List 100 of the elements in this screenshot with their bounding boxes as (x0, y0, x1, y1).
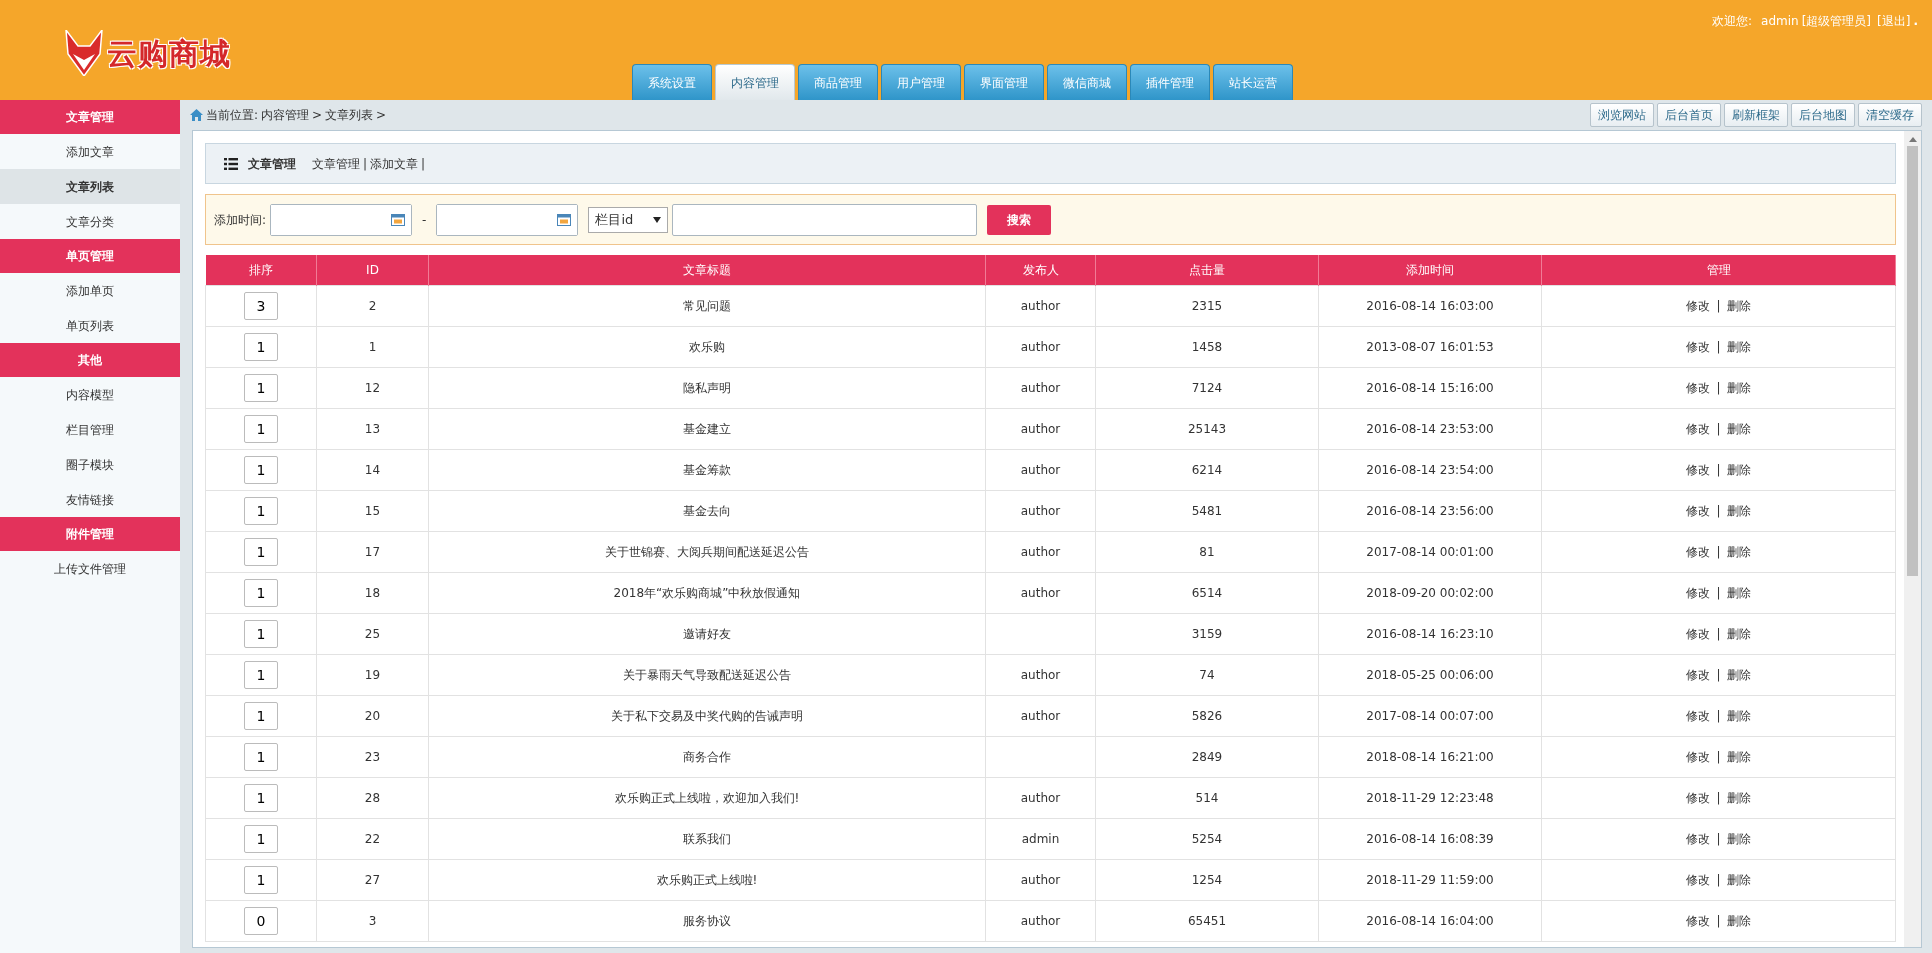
sidebar-item[interactable]: 添加文章 (0, 134, 180, 169)
table-cell: 22 (316, 818, 429, 859)
table-cell: 13 (316, 408, 429, 449)
date-input-field[interactable] (270, 203, 413, 236)
delete-link[interactable]: 删除 (1726, 460, 1751, 479)
calendar-icon[interactable] (557, 213, 572, 226)
order-input[interactable]: 1 (244, 537, 278, 566)
edit-link[interactable]: 修改 (1686, 665, 1711, 684)
sidebar-item[interactable]: 文章分类 (0, 204, 180, 239)
delete-link[interactable]: 删除 (1726, 911, 1751, 930)
delete-link[interactable]: 删除 (1726, 747, 1751, 766)
order-input[interactable]: 1 (244, 455, 278, 484)
table-cell: 2016-08-14 16:08:39 (1318, 818, 1542, 859)
sidebar-item[interactable]: 添加单页 (0, 273, 180, 308)
delete-link[interactable]: 删除 (1726, 337, 1751, 356)
edit-link[interactable]: 修改 (1686, 911, 1711, 930)
order-input[interactable]: 1 (244, 824, 278, 853)
edit-link[interactable]: 修改 (1686, 706, 1711, 725)
scrollbar[interactable] (1904, 131, 1921, 947)
table-cell: author (985, 367, 1096, 408)
separator-text: | (1716, 625, 1721, 643)
edit-link[interactable]: 修改 (1686, 378, 1711, 397)
table-cell: 关于私下交易及中奖代购的告诫声明 (428, 695, 986, 736)
toolbar-button[interactable]: 刷新框架 (1724, 103, 1788, 127)
delete-link[interactable]: 删除 (1726, 583, 1751, 602)
edit-link[interactable]: 修改 (1686, 747, 1711, 766)
order-input[interactable]: 1 (244, 619, 278, 648)
table-cell: 2013-08-07 16:01:53 (1318, 326, 1542, 367)
toolbar-button[interactable]: 后台地图 (1791, 103, 1855, 127)
date-input-field[interactable] (436, 203, 579, 236)
table-cell: 7124 (1095, 367, 1319, 408)
order-input[interactable]: 1 (244, 742, 278, 771)
edit-link[interactable]: 修改 (1686, 829, 1711, 848)
delete-link[interactable]: 删除 (1726, 542, 1751, 561)
delete-link[interactable]: 删除 (1726, 378, 1751, 397)
column-header: 管理 (1541, 255, 1896, 285)
edit-link[interactable]: 修改 (1686, 624, 1711, 643)
order-input[interactable]: 1 (244, 414, 278, 443)
scrollbar-thumb[interactable] (1907, 146, 1918, 576)
nav-tab[interactable]: 内容管理 (715, 64, 795, 100)
search-button[interactable]: 搜索 (987, 204, 1052, 235)
table-cell: author (985, 654, 1096, 695)
delete-link[interactable]: 删除 (1726, 870, 1751, 889)
breadcrumb-item: > (376, 107, 387, 124)
delete-link[interactable]: 删除 (1726, 624, 1751, 643)
delete-link[interactable]: 删除 (1726, 788, 1751, 807)
sidebar-item[interactable]: 上传文件管理 (0, 551, 180, 586)
order-input[interactable]: 1 (244, 332, 278, 361)
table-cell: 关于世锦赛、大阅兵期间配送延迟公告 (428, 531, 986, 572)
user-role: [超级管理员] (1801, 13, 1872, 30)
edit-link[interactable]: 修改 (1686, 542, 1711, 561)
scroll-up-icon[interactable] (1908, 137, 1917, 142)
edit-link[interactable]: 修改 (1686, 870, 1711, 889)
table-cell: author (985, 572, 1096, 613)
order-input[interactable]: 1 (244, 578, 278, 607)
separator-text: | (1716, 707, 1721, 725)
order-input[interactable]: 1 (244, 865, 278, 894)
toolbar-button[interactable]: 浏览网站 (1590, 103, 1654, 127)
delete-link[interactable]: 删除 (1726, 501, 1751, 520)
table-cell: 2016-08-14 23:54:00 (1318, 449, 1542, 490)
home-icon (190, 109, 203, 121)
sidebar-item[interactable]: 文章列表 (0, 169, 180, 204)
order-input[interactable]: 0 (244, 906, 278, 935)
toolbar-button[interactable]: 清空缓存 (1858, 103, 1922, 127)
sidebar-item[interactable]: 单页列表 (0, 308, 180, 343)
order-input[interactable]: 3 (244, 291, 278, 320)
toolbar-button[interactable]: 后台首页 (1657, 103, 1721, 127)
edit-link[interactable]: 修改 (1686, 296, 1711, 315)
order-input[interactable]: 1 (244, 783, 278, 812)
sidebar-item[interactable]: 圈子模块 (0, 447, 180, 482)
edit-link[interactable]: 修改 (1686, 583, 1711, 602)
table-cell: 65451 (1095, 900, 1319, 941)
delete-link[interactable]: 删除 (1726, 706, 1751, 725)
sidebar-item[interactable]: 友情链接 (0, 482, 180, 517)
panel-link[interactable]: 添加文章 (370, 154, 419, 173)
edit-link[interactable]: 修改 (1686, 460, 1711, 479)
dropdown-caret-icon (653, 216, 662, 223)
table-cell: 2016-08-14 23:56:00 (1318, 490, 1542, 531)
order-input[interactable]: 1 (244, 660, 278, 689)
calendar-icon[interactable] (391, 213, 406, 226)
delete-link[interactable]: 删除 (1726, 296, 1751, 315)
sidebar-item[interactable]: 内容模型 (0, 377, 180, 412)
order-input[interactable]: 1 (244, 701, 278, 730)
edit-link[interactable]: 修改 (1686, 501, 1711, 520)
keyword-input[interactable] (672, 203, 978, 236)
panel-link[interactable]: 文章管理 (312, 154, 360, 173)
category-select[interactable]: 栏目id (588, 206, 669, 233)
delete-link[interactable]: 删除 (1726, 829, 1751, 848)
table-cell: 隐私声明 (428, 367, 986, 408)
sidebar-item[interactable]: 栏目管理 (0, 412, 180, 447)
order-input[interactable]: 1 (244, 496, 278, 525)
table-cell: author (985, 449, 1096, 490)
edit-link[interactable]: 修改 (1686, 337, 1711, 356)
delete-link[interactable]: 删除 (1726, 419, 1751, 438)
list-icon (224, 157, 238, 170)
table-cell: 25143 (1095, 408, 1319, 449)
edit-link[interactable]: 修改 (1686, 419, 1711, 438)
order-input[interactable]: 1 (244, 373, 278, 402)
delete-link[interactable]: 删除 (1726, 665, 1751, 684)
edit-link[interactable]: 修改 (1686, 788, 1711, 807)
